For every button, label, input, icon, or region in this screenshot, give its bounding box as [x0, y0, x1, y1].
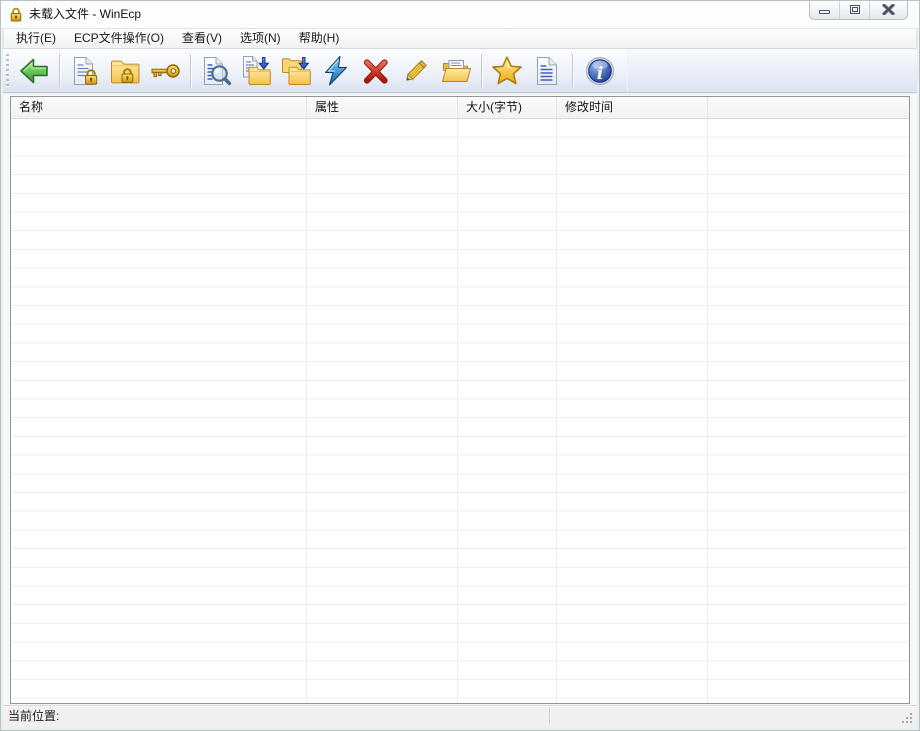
star-icon	[491, 55, 523, 87]
encrypt-folder-button[interactable]	[106, 52, 144, 90]
column-header-name[interactable]: 名称	[11, 97, 307, 118]
app-padlock-icon	[9, 7, 23, 22]
open-folder-button[interactable]	[437, 52, 475, 90]
list-body-empty	[11, 119, 909, 703]
menu-execute[interactable]: 执行(E)	[7, 29, 65, 48]
delete-button[interactable]	[357, 52, 395, 90]
window-title: 未载入文件 - WinEcp	[29, 1, 141, 27]
current-location-label: 当前位置:	[8, 706, 59, 726]
svg-text:i: i	[597, 64, 603, 84]
encrypt-file-button[interactable]	[66, 52, 104, 90]
toolbar-separator	[481, 54, 482, 88]
view-file-icon	[200, 55, 232, 87]
title-bar[interactable]: 未载入文件 - WinEcp	[1, 1, 919, 28]
view-file-button[interactable]	[197, 52, 235, 90]
document-icon	[531, 55, 563, 87]
favorites-button[interactable]	[488, 52, 526, 90]
window-controls	[809, 0, 908, 20]
statusbar-divider	[549, 708, 550, 724]
execute-button[interactable]	[317, 52, 355, 90]
maximize-button[interactable]	[840, 0, 870, 19]
column-divider	[457, 119, 458, 703]
extract-folder-button[interactable]	[277, 52, 315, 90]
menu-view[interactable]: 查看(V)	[173, 29, 231, 48]
encrypt-folder-icon	[109, 55, 141, 87]
close-button[interactable]	[870, 0, 907, 19]
toolbar-separator	[190, 54, 191, 88]
extract-file-icon	[240, 55, 272, 87]
resize-grip[interactable]	[901, 710, 915, 724]
file-info-button[interactable]	[528, 52, 566, 90]
toolbar-empty-band	[627, 49, 917, 92]
close-icon	[882, 4, 895, 15]
column-header-modified-time[interactable]: 修改时间	[557, 97, 708, 118]
list-header: 名称 属性 大小(字节) 修改时间	[11, 97, 909, 119]
toolbar-separator	[59, 54, 60, 88]
status-bar: 当前位置:	[3, 705, 917, 726]
column-header-empty[interactable]	[708, 97, 909, 118]
menu-options[interactable]: 选项(N)	[231, 29, 290, 48]
extract-folder-icon	[280, 55, 312, 87]
about-button[interactable]: i	[579, 52, 621, 90]
column-divider	[306, 119, 307, 703]
back-arrow-icon	[18, 55, 50, 87]
key-button[interactable]	[146, 52, 184, 90]
column-divider	[707, 119, 708, 703]
column-header-size-bytes[interactable]: 大小(字节)	[458, 97, 557, 118]
menu-bar: 执行(E) ECP文件操作(O) 查看(V) 选项(N) 帮助(H)	[3, 28, 917, 49]
open-folder-icon	[440, 55, 472, 87]
menu-help[interactable]: 帮助(H)	[290, 29, 349, 48]
toolbar-grip[interactable]	[6, 54, 9, 88]
pencil-icon	[400, 55, 432, 87]
file-list: 名称 属性 大小(字节) 修改时间	[10, 96, 910, 704]
minimize-button[interactable]	[810, 0, 840, 19]
toolbar: i	[3, 49, 917, 93]
maximize-icon	[850, 5, 860, 14]
lightning-icon	[320, 55, 352, 87]
client-area: 名称 属性 大小(字节) 修改时间 当前位置:	[3, 94, 917, 726]
delete-x-icon	[360, 55, 392, 87]
menu-ecp-file-operations[interactable]: ECP文件操作(O)	[65, 29, 173, 48]
info-icon: i	[584, 55, 616, 87]
toolbar-separator	[572, 54, 573, 88]
minimize-icon	[819, 10, 830, 14]
edit-button[interactable]	[397, 52, 435, 90]
extract-file-button[interactable]	[237, 52, 275, 90]
winecp-window: 未载入文件 - WinEcp 执行(E) ECP文件操作(O) 查看(V) 选项…	[0, 0, 920, 731]
key-icon	[149, 55, 181, 87]
column-divider	[556, 119, 557, 703]
encrypt-file-icon	[69, 55, 101, 87]
back-button[interactable]	[15, 52, 53, 90]
column-header-attributes[interactable]: 属性	[307, 97, 458, 118]
